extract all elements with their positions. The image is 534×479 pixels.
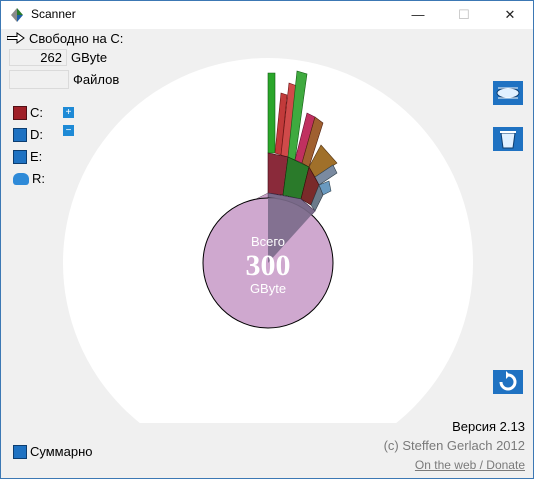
summary-toggle[interactable]: Суммарно <box>13 444 93 459</box>
disk-usage-sunburst[interactable]: Всего 300 GByte <box>53 53 483 423</box>
total-caption: Всего <box>251 234 285 249</box>
drive-d-item[interactable]: D: <box>13 127 43 142</box>
refresh-icon[interactable] <box>492 368 524 396</box>
trash-icon[interactable] <box>492 125 524 153</box>
version-label: Версия 2.13 <box>452 419 525 434</box>
free-space-row[interactable]: Свободно на C: <box>7 29 123 47</box>
app-icon <box>11 8 23 22</box>
drive-c-icon <box>13 105 27 120</box>
drive-c-item[interactable]: C: <box>13 105 43 120</box>
drive-r-item[interactable]: R: <box>13 171 45 186</box>
minimize-button[interactable]: — <box>395 1 441 29</box>
window-title: Scanner <box>31 7 76 21</box>
drive-r-icon <box>13 172 29 185</box>
drive-d-icon <box>13 127 27 142</box>
free-space-label: Свободно на C: <box>29 30 124 46</box>
drive-c-label: C: <box>30 105 43 120</box>
summary-label: Суммарно <box>30 444 93 459</box>
total-value: 300 <box>246 249 291 282</box>
total-unit: GByte <box>250 281 286 296</box>
scanner-window: Scanner — ☐ ✕ Свободно на C: 262 GByte Ф… <box>0 0 534 479</box>
drive-e-item[interactable]: E: <box>13 149 42 164</box>
arrow-right-icon <box>7 32 25 44</box>
close-button[interactable]: ✕ <box>487 1 533 29</box>
drive-view-button[interactable] <box>492 79 524 107</box>
drive-r-label: R: <box>32 171 45 186</box>
summary-icon <box>13 444 27 459</box>
maximize-button[interactable]: ☐ <box>441 1 487 29</box>
drive-e-label: E: <box>30 149 43 164</box>
drive-e-icon <box>13 149 27 164</box>
drive-d-label: D: <box>30 127 43 142</box>
copyright-label: (c) Steffen Gerlach 2012 <box>383 438 525 453</box>
web-donate-link[interactable]: On the web / Donate <box>415 458 525 472</box>
title-bar: Scanner — ☐ ✕ <box>1 1 533 29</box>
